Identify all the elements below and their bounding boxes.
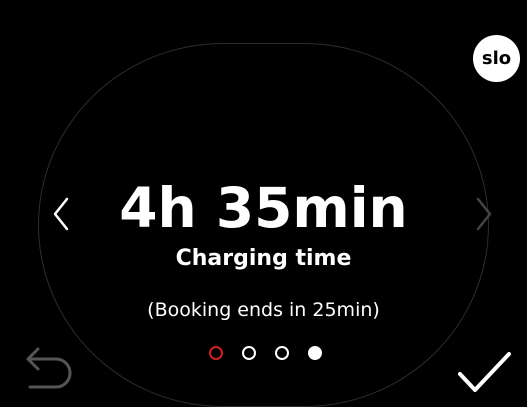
page-indicator xyxy=(209,346,322,360)
language-label: slo xyxy=(481,48,512,69)
charging-time-value: 4h 35min xyxy=(119,176,408,240)
page-dot-1 xyxy=(209,346,223,360)
back-button[interactable] xyxy=(24,347,74,391)
page-dot-2 xyxy=(242,346,256,360)
page-dot-3 xyxy=(275,346,289,360)
page-dot-4 xyxy=(308,346,322,360)
charging-time-label: Charging time xyxy=(175,246,352,271)
checkmark-icon xyxy=(458,352,511,392)
return-arrow-icon xyxy=(26,347,72,389)
language-button[interactable]: slo xyxy=(473,35,520,82)
confirm-button[interactable] xyxy=(456,350,512,394)
booking-note: (Booking ends in 25min) xyxy=(147,299,380,321)
